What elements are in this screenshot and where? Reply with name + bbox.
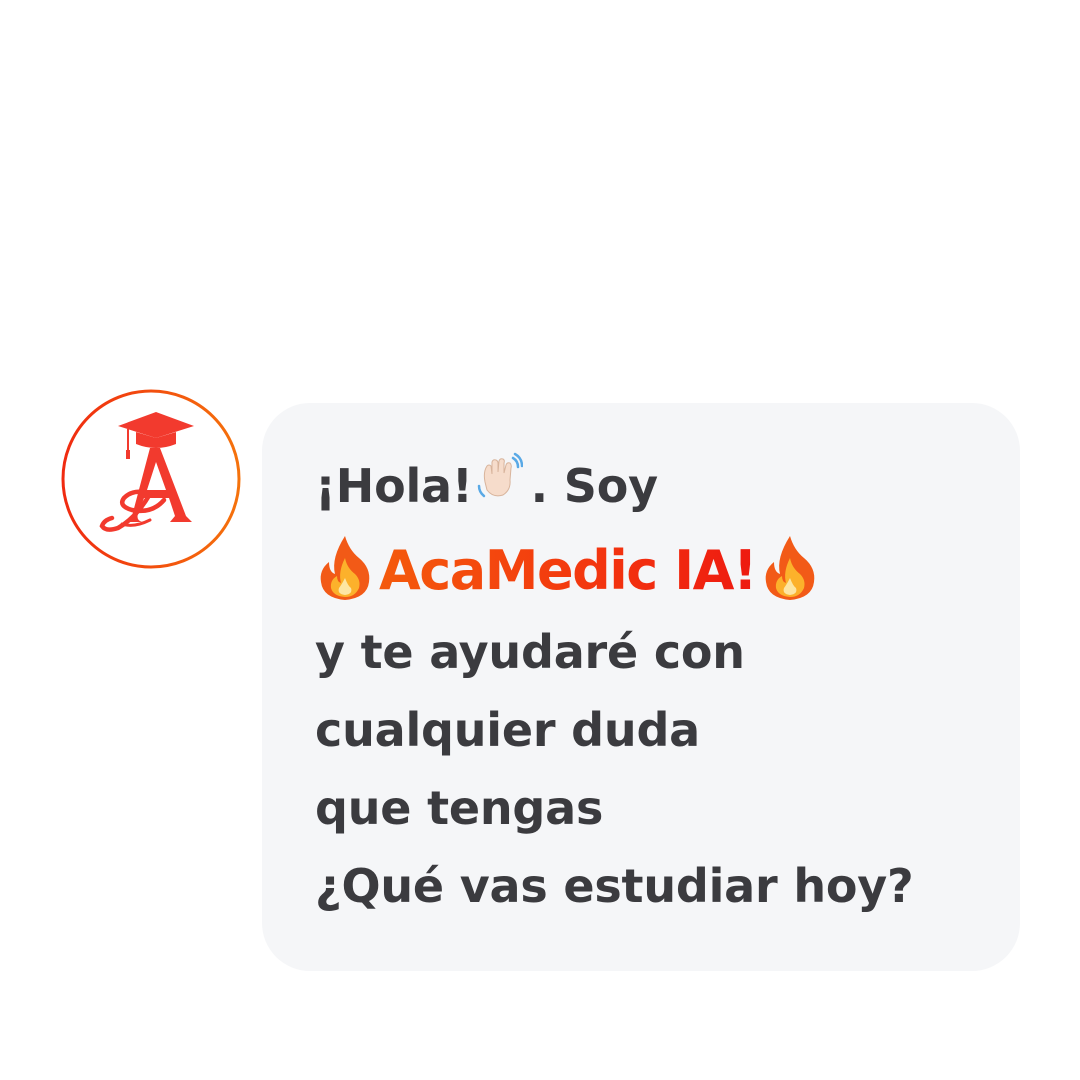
greeting-tail-text: . Soy <box>530 459 658 513</box>
brand-line: AcaMedic IA! <box>315 529 1020 613</box>
waving-hand-icon <box>475 445 523 523</box>
brand-name: AcaMedic IA! <box>379 539 758 602</box>
fire-icon <box>760 534 820 607</box>
message-line-2: cualquier duda <box>315 702 701 757</box>
fire-icon <box>315 534 375 607</box>
academic-logo-icon <box>61 389 241 569</box>
bot-avatar <box>60 388 242 570</box>
message-bubble: ¡Hola! . Soy AcaMedic IA! y te ayudaré c… <box>262 403 1020 971</box>
question-line: ¿Qué vas estudiar hoy? <box>315 858 914 913</box>
message-line-1: y te ayudaré con <box>315 624 745 679</box>
greeting-text: ¡Hola! <box>315 459 473 513</box>
chat-canvas: ¡Hola! . Soy AcaMedic IA! y te ayudaré c… <box>0 0 1080 1080</box>
greeting-line: ¡Hola! . Soy <box>315 447 1020 529</box>
message-line-3: que tengas <box>315 780 604 835</box>
